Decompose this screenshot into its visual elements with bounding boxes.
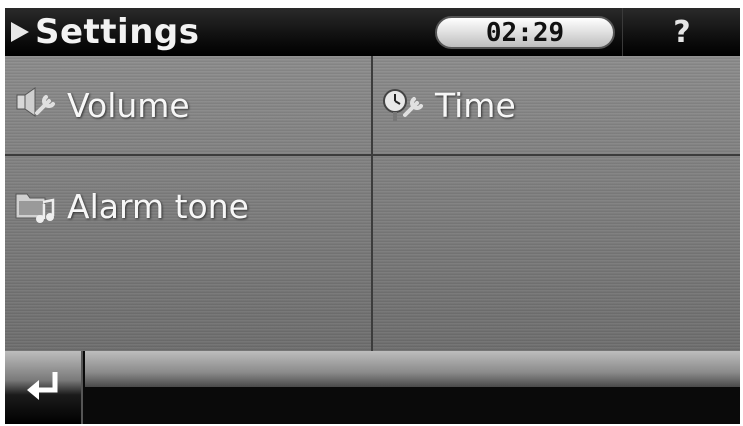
clock-settings-icon	[381, 85, 425, 125]
clock-display: 02:29	[435, 16, 615, 49]
page-title: Settings	[35, 12, 200, 52]
menu-item-time[interactable]: Time	[373, 56, 740, 156]
page-title-group: Settings	[11, 12, 200, 52]
title-arrow-icon	[11, 22, 29, 42]
alarm-tone-folder-icon	[13, 186, 57, 226]
header-bar: Settings 02:29 ?	[5, 8, 740, 56]
empty-menu-slot	[5, 256, 373, 351]
device-screen: Settings 02:29 ? Volume Time Alarm tone	[5, 8, 740, 424]
menu-item-volume[interactable]: Volume	[5, 56, 373, 156]
volume-settings-icon	[13, 85, 57, 125]
menu-item-label: Alarm tone	[67, 186, 249, 226]
bottom-bar	[5, 351, 740, 424]
menu-item-label: Time	[435, 85, 516, 125]
empty-menu-slot	[373, 156, 740, 351]
help-button[interactable]: ?	[622, 8, 740, 56]
menu-item-label: Volume	[67, 85, 190, 125]
return-arrow-icon	[23, 368, 63, 408]
bottom-bar-panel	[85, 351, 740, 387]
back-button[interactable]	[5, 351, 83, 424]
settings-menu-grid: Volume Time Alarm tone	[5, 56, 740, 351]
menu-item-alarm-tone[interactable]: Alarm tone	[5, 156, 373, 256]
